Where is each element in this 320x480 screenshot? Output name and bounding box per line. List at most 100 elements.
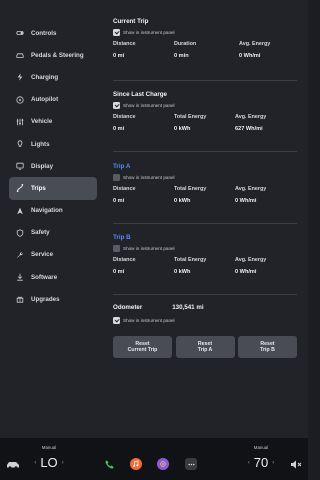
- stat-avg-energy: Avg. Energy 0 Wh/mi: [239, 41, 270, 59]
- sidebar-item-service[interactable]: Service: [9, 244, 97, 266]
- divider: [113, 151, 297, 152]
- stat-label: Distance: [113, 257, 136, 263]
- display-icon: [15, 161, 25, 171]
- stat-total-energy: Total Energy 0 kWh: [174, 114, 206, 132]
- stat-value: 0 kWh: [174, 198, 191, 204]
- chevron-right-icon[interactable]: ›: [62, 460, 64, 466]
- sidebar-item-label: Charging: [31, 73, 59, 81]
- sidebar-item-label: Navigation: [31, 207, 63, 215]
- car-icon[interactable]: [6, 460, 20, 469]
- sidebar-item-label: Pedals & Steering: [31, 51, 84, 59]
- sidebar-item-pedals[interactable]: Pedals & Steering: [9, 44, 97, 66]
- driver-climate[interactable]: Manual ‹ LO ›: [32, 445, 66, 470]
- passenger-climate[interactable]: Manual ‹ 70 ›: [244, 445, 278, 470]
- stat-label: Avg. Energy: [235, 186, 267, 192]
- button-label-line: Trip B: [260, 347, 275, 353]
- sidebar-item-label: Upgrades: [31, 295, 60, 303]
- sliders-icon: [15, 117, 25, 127]
- sidebar-item-software[interactable]: Software: [9, 266, 97, 288]
- driver-temp: ‹ LO ›: [32, 455, 66, 470]
- sidebar-item-display[interactable]: Display: [9, 155, 97, 177]
- sidebar-item-lights[interactable]: Lights: [9, 133, 97, 155]
- steering-wheel-icon: [15, 95, 25, 105]
- trip-b-section: Trip B Show in instrument panel Distance…: [113, 234, 297, 279]
- checkbox-unchecked[interactable]: [113, 245, 120, 252]
- stat-label: Distance: [113, 186, 136, 192]
- odometer-section: Odometer 130,541 mi Show in instrument p…: [113, 304, 297, 324]
- sidebar-item-trips[interactable]: Trips: [9, 177, 97, 200]
- climate-mode: Manual: [253, 445, 269, 450]
- stat-distance: Distance 0 mi: [113, 186, 135, 204]
- stat-label: Total Energy: [174, 257, 207, 263]
- stat-distance: Distance 0 mi: [113, 114, 135, 132]
- chevron-right-icon[interactable]: ›: [272, 460, 274, 466]
- stat-duration: Duration 0 min: [174, 41, 196, 59]
- temp-value: 70: [253, 455, 269, 470]
- chevron-left-icon[interactable]: ‹: [248, 460, 250, 466]
- settings-screen: Controls Pedals & Steering Charging Auto…: [0, 0, 308, 438]
- sidebar-item-upgrades[interactable]: Upgrades: [9, 288, 97, 310]
- climate-mode: Manual: [41, 445, 57, 450]
- trips-icon: [15, 183, 25, 193]
- more-icon[interactable]: [185, 458, 197, 470]
- odometer-label: Odometer: [113, 304, 143, 311]
- odometer-show-toggle[interactable]: Show in instrument panel: [113, 317, 297, 324]
- phone-icon[interactable]: [103, 458, 115, 470]
- settings-sidebar: Controls Pedals & Steering Charging Auto…: [0, 0, 104, 438]
- camera-icon[interactable]: [157, 458, 169, 470]
- toggle-icon: [15, 28, 25, 38]
- sidebar-item-controls[interactable]: Controls: [9, 22, 97, 44]
- sidebar-item-label: Vehicle: [31, 118, 53, 126]
- since-last-charge-show-toggle[interactable]: Show in instrument panel: [113, 102, 297, 109]
- stat-label: Total Energy: [174, 186, 207, 192]
- checkbox-unchecked[interactable]: [113, 174, 120, 181]
- reset-trip-a-button[interactable]: Reset Trip A: [175, 336, 235, 358]
- stat-value: 0 Wh/mi: [235, 198, 257, 204]
- checkbox-checked[interactable]: [113, 317, 120, 324]
- stat-value: 627 Wh/mi: [235, 126, 263, 132]
- navigation-icon: [15, 206, 25, 216]
- current-trip-show-toggle[interactable]: Show in instrument panel: [113, 29, 297, 36]
- sidebar-item-autopilot[interactable]: Autopilot: [9, 89, 97, 111]
- checkbox-label: Show in instrument panel: [123, 246, 175, 251]
- temp-value: LO: [40, 455, 58, 470]
- since-last-charge-section: Since Last Charge Show in instrument pan…: [113, 91, 297, 136]
- stat-label: Duration: [174, 41, 197, 47]
- reset-buttons: Reset Current Trip Reset Trip A Reset Tr…: [113, 336, 297, 358]
- stat-value: 0 mi: [113, 53, 125, 59]
- car-icon: [15, 50, 25, 60]
- passenger-temp: ‹ 70 ›: [244, 455, 278, 470]
- stat-label: Avg. Energy: [239, 41, 271, 47]
- sidebar-item-label: Service: [31, 251, 54, 259]
- stat-value: 0 kWh: [174, 126, 191, 132]
- current-trip-title: Current Trip: [113, 18, 149, 25]
- sidebar-item-label: Lights: [31, 140, 50, 148]
- divider: [113, 80, 297, 81]
- sidebar-item-label: Display: [31, 162, 54, 170]
- trip-a-show-toggle[interactable]: Show in instrument panel: [113, 174, 297, 181]
- checkbox-label: Show in instrument panel: [123, 318, 175, 323]
- sidebar-item-safety[interactable]: Safety: [9, 222, 97, 244]
- checkbox-checked[interactable]: [113, 102, 120, 109]
- bolt-icon: [15, 72, 25, 82]
- sidebar-item-label: Software: [31, 273, 58, 281]
- music-icon[interactable]: [130, 458, 142, 470]
- trip-b-show-toggle[interactable]: Show in instrument panel: [113, 245, 297, 252]
- reset-current-trip-button[interactable]: Reset Current Trip: [113, 336, 172, 358]
- reset-trip-b-button[interactable]: Reset Trip B: [238, 336, 297, 358]
- stat-value: 0 mi: [113, 126, 125, 132]
- button-label-line: Trip A: [197, 347, 213, 353]
- stat-value: 0 mi: [113, 198, 125, 204]
- current-trip-stats: Distance 0 mi Duration 0 min Avg. Energy…: [113, 41, 297, 63]
- trips-panel: Current Trip Show in instrument panel Di…: [113, 0, 297, 438]
- sidebar-item-charging[interactable]: Charging: [9, 66, 97, 88]
- chevron-left-icon[interactable]: ‹: [34, 460, 36, 466]
- light-icon: [15, 139, 25, 149]
- sidebar-item-vehicle[interactable]: Vehicle: [9, 111, 97, 133]
- sidebar-item-navigation[interactable]: Navigation: [9, 200, 97, 222]
- stat-avg-energy: Avg. Energy 0 Wh/mi: [235, 186, 266, 204]
- volume-muted-icon[interactable]: [290, 460, 302, 469]
- odometer-value: 130,541 mi: [172, 304, 204, 311]
- checkbox-checked[interactable]: [113, 29, 120, 36]
- stat-label: Distance: [113, 41, 136, 47]
